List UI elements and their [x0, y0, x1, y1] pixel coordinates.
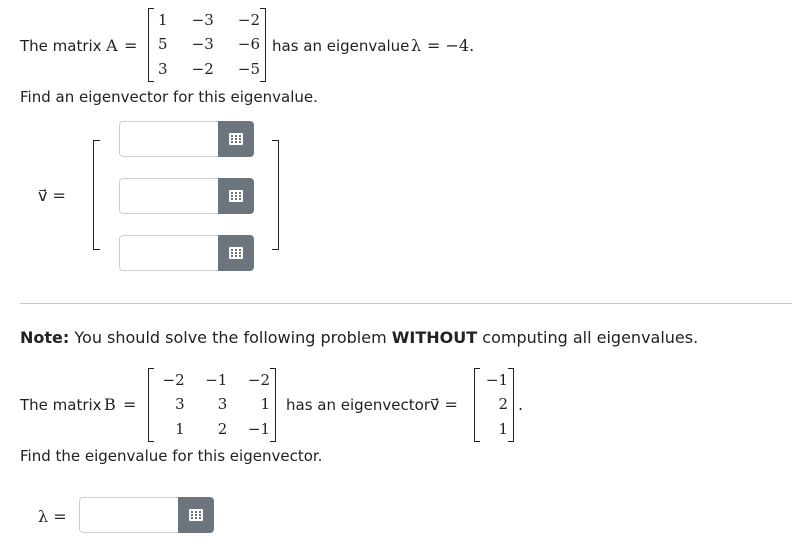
matrix-b-cell: −1 — [247, 420, 270, 439]
eigenvector-input-1[interactable] — [119, 121, 218, 157]
matrix-a-name: A — [106, 36, 118, 55]
calculator-icon — [229, 190, 243, 202]
vector-left-bracket — [93, 140, 100, 250]
eigenvalue-input[interactable] — [79, 497, 178, 533]
matrix-b-cell: 2 — [217, 420, 228, 439]
vector-v-cell: −1 — [485, 370, 508, 389]
period: . — [518, 395, 524, 414]
matrix-b-cell: 1 — [175, 420, 185, 439]
note-line: Note: You should solve the following pro… — [20, 328, 698, 347]
eigenvector-input-2[interactable] — [119, 178, 218, 214]
matrix-b-cell: 3 — [175, 395, 185, 414]
eigenvalue-text: has an eigenvalue — [272, 37, 410, 55]
matrix-b: −2 −1 −2 3 3 1 1 2 −1 — [148, 368, 276, 442]
eigenvalue-field — [79, 497, 214, 533]
matrix-a-cell: −2 — [191, 60, 214, 79]
lambda-symbol: λ — [411, 36, 422, 55]
eigenvector-field-3 — [119, 235, 254, 271]
matrix-a-cell: 3 — [158, 60, 168, 79]
eigenvector-text: has an eigenvector — [286, 396, 430, 414]
problem1-intro: The matrix — [20, 37, 102, 55]
matrix-b-cell: 3 — [217, 395, 228, 414]
note-emphasis: WITHOUT — [391, 328, 478, 347]
equals-sign: = — [124, 36, 138, 55]
math-keypad-button[interactable] — [218, 235, 254, 271]
equals-sign: = — [123, 395, 137, 414]
problem1-instruction: Find an eigenvector for this eigenvalue. — [20, 88, 318, 106]
matrix-a-cell: 1 — [158, 10, 168, 29]
matrix-a-cell: −2 — [237, 10, 260, 29]
matrix-b-cell: −2 — [162, 370, 185, 389]
note-text-2: computing all eigenvalues. — [482, 328, 699, 347]
section-divider — [20, 303, 792, 304]
matrix-b-cell: 1 — [260, 395, 270, 414]
eigenvector-input-3[interactable] — [119, 235, 218, 271]
matrix-a-cell: 5 — [158, 35, 168, 54]
vector-v: −1 2 1 — [474, 368, 514, 442]
matrix-a-cell: −6 — [237, 35, 260, 54]
calculator-icon — [189, 509, 203, 521]
vector-v-cell: 1 — [498, 420, 508, 439]
note-prefix: Note: — [20, 328, 70, 347]
matrix-a-cell: −3 — [191, 35, 214, 54]
vector-right-bracket — [272, 140, 279, 250]
calculator-icon — [229, 133, 243, 145]
problem2-intro: The matrix — [20, 396, 102, 414]
eigenvector-field-1 — [119, 121, 254, 157]
lambda-value: = −4. — [427, 36, 475, 55]
math-keypad-button[interactable] — [218, 121, 254, 157]
vector-symbol: v⃗ = — [430, 395, 458, 414]
math-keypad-button[interactable] — [178, 497, 214, 533]
matrix-b-name: B — [104, 395, 116, 414]
math-keypad-button[interactable] — [218, 178, 254, 214]
matrix-a-cell: −5 — [237, 60, 260, 79]
eigenvector-field-2 — [119, 178, 254, 214]
matrix-a-cell: −3 — [191, 10, 214, 29]
matrix-b-cell: −1 — [205, 370, 228, 389]
vector-v-cell: 2 — [498, 395, 508, 414]
calculator-icon — [229, 247, 243, 259]
note-text-1: You should solve the following problem — [74, 328, 387, 347]
lambda-label: λ = — [38, 507, 67, 526]
matrix-b-cell: −2 — [247, 370, 270, 389]
vector-v-label: v⃗ = — [38, 186, 66, 205]
problem2-instruction: Find the eigenvalue for this eigenvector… — [20, 447, 323, 465]
matrix-a: 1 −3 −2 5 −3 −6 3 −2 −5 — [148, 8, 266, 82]
